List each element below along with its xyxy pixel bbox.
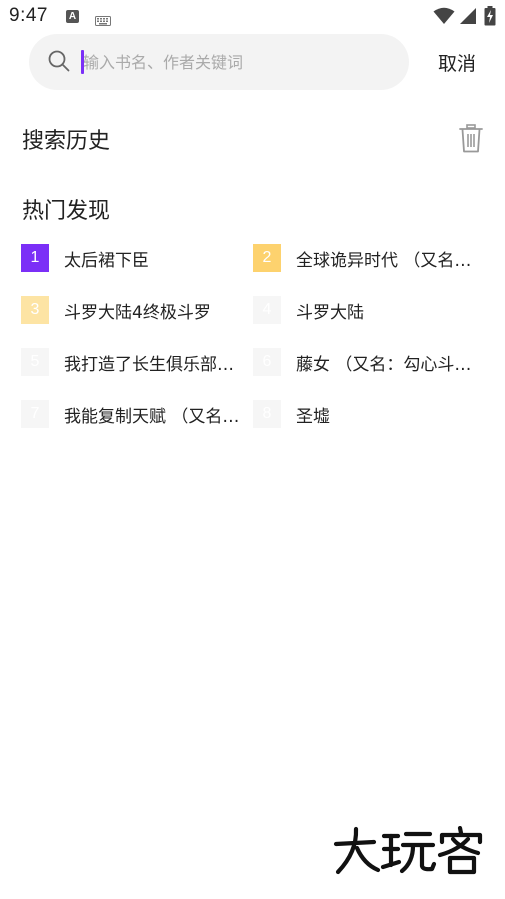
search-input[interactable] (79, 48, 383, 76)
book-title: 全球诡异时代 （又名：全球诡异时代之我本无敌） (296, 251, 476, 271)
watermark-logo (332, 825, 486, 880)
status-time: 9:47 (9, 5, 48, 26)
rank-badge: 6 (253, 348, 281, 376)
hot-item[interactable]: 8 圣墟 (253, 396, 481, 432)
a-notification-icon: A (66, 10, 79, 23)
search-icon (48, 50, 70, 76)
hot-item[interactable]: 5 我打造了长生俱乐部（全本） (21, 344, 249, 380)
rank-badge: 7 (21, 400, 49, 428)
hot-item[interactable]: 4 斗罗大陆 (253, 292, 481, 328)
search-history-title: 搜索历史 (22, 129, 111, 154)
rank-badge: 8 (253, 400, 281, 428)
cancel-button[interactable]: 取消 (428, 46, 486, 78)
book-title: 斗罗大陆 (296, 303, 364, 323)
book-title: 藤女 （又名：勾心斗角） (296, 355, 476, 375)
book-title: 我能复制天赋 （又名：我能复制天赋之万界） (64, 407, 244, 427)
book-title: 斗罗大陆4终极斗罗 (64, 303, 211, 323)
wifi-icon (433, 7, 455, 29)
rank-badge: 3 (21, 296, 49, 324)
search-box[interactable] (29, 34, 409, 90)
status-bar: 9:47 A (0, 0, 505, 34)
hot-discovery-title: 热门发现 (22, 199, 111, 224)
hot-item[interactable]: 7 我能复制天赋 （又名：我能复制天赋之万界） (21, 396, 249, 432)
hot-item[interactable]: 3 斗罗大陆4终极斗罗 (21, 292, 249, 328)
signal-icon (459, 7, 477, 29)
book-title: 我打造了长生俱乐部（全本） (64, 355, 244, 375)
trash-icon[interactable] (458, 124, 484, 158)
rank-badge: 4 (253, 296, 281, 324)
rank-badge: 5 (21, 348, 49, 376)
rank-badge: 1 (21, 244, 49, 272)
book-title: 太后裙下臣 (64, 251, 149, 271)
hot-item[interactable]: 1 太后裙下臣 (21, 240, 249, 276)
book-title: 圣墟 (296, 407, 330, 427)
text-caret (81, 50, 84, 74)
keyboard-icon (95, 11, 111, 30)
hot-item[interactable]: 6 藤女 （又名：勾心斗角） (253, 344, 481, 380)
rank-badge: 2 (253, 244, 281, 272)
hot-item[interactable]: 2 全球诡异时代 （又名：全球诡异时代之我本无敌） (253, 240, 481, 276)
battery-charging-icon (484, 6, 496, 30)
